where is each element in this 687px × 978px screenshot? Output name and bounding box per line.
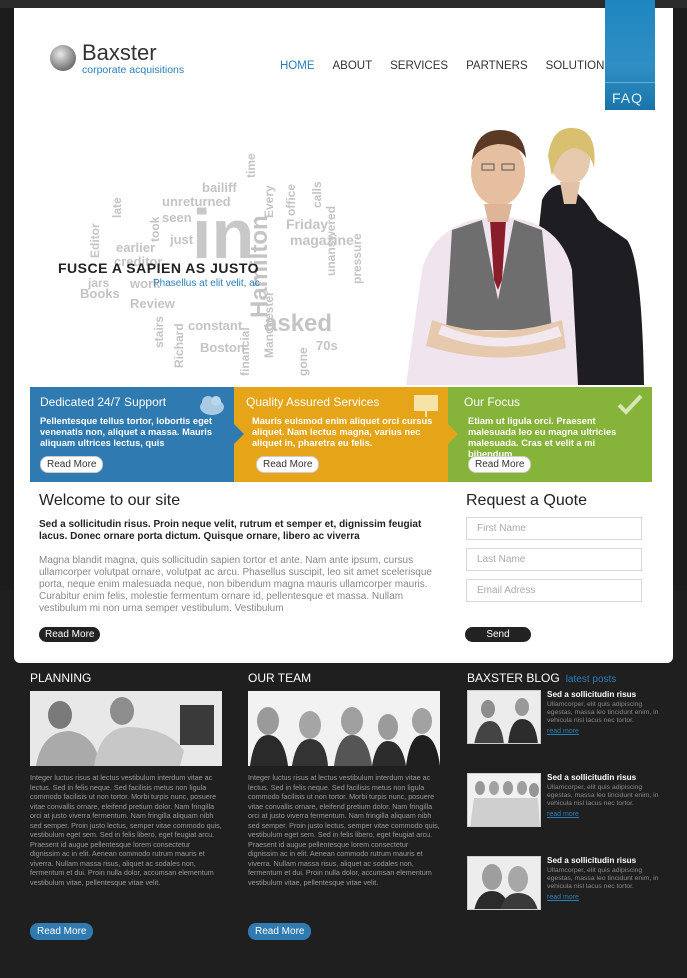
word-cloud-word: 70s [316, 338, 338, 353]
word-cloud-word: earlier [116, 240, 156, 255]
word-cloud-word: pressure [350, 233, 364, 284]
planning-column: PLANNING Integer luctus risus at lectus … [30, 671, 222, 887]
blog-post-excerpt: Ullamcorper, elit quis adipiscing egesta… [547, 701, 659, 724]
feature-text: Etiam ut ligula orci. Praesent malesuada… [468, 416, 617, 459]
nav-solution[interactable]: SOLUTION [546, 60, 605, 72]
blog-post-title[interactable]: Sed a sollicitudin risus [547, 690, 665, 699]
top-bar [0, 0, 687, 8]
word-cloud-word: time [244, 153, 258, 178]
main-panel: Baxster corporate acquisitions HOME ABOU… [14, 0, 673, 663]
blog-subtitle[interactable]: latest posts [566, 674, 617, 685]
word-cloud-word: constant [188, 318, 243, 333]
blog-post-thumbnail[interactable] [467, 773, 541, 827]
blog-read-more-link[interactable]: read more [547, 894, 665, 901]
word-cloud-word: Friday [286, 216, 329, 232]
feature-read-more-button[interactable]: Read More [40, 456, 104, 473]
blog-read-more-link[interactable]: read more [547, 811, 665, 818]
word-cloud-word: took [148, 216, 162, 242]
nav-partners[interactable]: PARTNERS [466, 60, 528, 72]
word-cloud-word: late [110, 197, 124, 218]
feature-title: Our Focus [464, 395, 521, 409]
blog-post-thumbnail[interactable] [467, 856, 541, 910]
welcome-section: Welcome to our site Sed a sollicitudin r… [39, 492, 439, 615]
word-cloud-word: gone [296, 347, 310, 376]
word-cloud-word: seen [162, 210, 192, 225]
word-cloud-word: just [170, 232, 194, 247]
blog-column: BAXSTER BLOG latest posts [467, 671, 616, 691]
blog-post-title[interactable]: Sed a sollicitudin risus [547, 856, 665, 865]
feature-boxes: Dedicated 24/7 Support Pellentesque tell… [30, 387, 652, 482]
team-column: OUR TEAM Integer luctus risus at lectus … [248, 671, 440, 887]
word-cloud-word: unanswered [324, 205, 338, 276]
first-name-input[interactable] [466, 517, 642, 540]
planning-title: PLANNING [30, 671, 92, 685]
word-cloud-word: Books [80, 286, 120, 301]
planning-read-more-button[interactable]: Read More [30, 923, 94, 940]
feature-focus: Our Focus Etiam ut ligula orci. Praesent… [448, 387, 652, 482]
quote-form: Request a Quote [466, 492, 642, 610]
feature-title: Dedicated 24/7 Support [40, 395, 167, 409]
faq-tab[interactable]: FAQ [605, 0, 655, 110]
planning-photo [30, 691, 222, 766]
word-cloud-word: Boston [200, 340, 245, 355]
team-photo [248, 691, 440, 766]
feature-read-more-button[interactable]: Read More [468, 456, 532, 473]
nav-services[interactable]: SERVICES [390, 60, 448, 72]
word-cloud-word: Review [130, 296, 175, 311]
team-text: Integer luctus risus at lectus vestibulu… [248, 773, 440, 887]
word-cloud-word: stairs [152, 315, 166, 348]
feature-read-more-button[interactable]: Read More [256, 456, 320, 473]
feature-text: Pellentesque tellus tortor, lobortis ege… [40, 416, 213, 448]
welcome-title: Welcome to our site [39, 492, 181, 509]
feature-title: Quality Assured Services [246, 395, 380, 409]
word-cloud-word: asked [264, 310, 333, 337]
quote-title: Request a Quote [466, 492, 587, 509]
email-input[interactable] [466, 579, 642, 602]
word-cloud-word: Every [262, 185, 276, 218]
team-read-more-button[interactable]: Read More [248, 923, 312, 940]
word-cloud-word: magazine [290, 232, 354, 248]
hero-title: FUSCE A SAPIEN AS JUSTO [58, 260, 260, 276]
welcome-body: Magna blandit magna, quis sollicitudin s… [39, 555, 432, 614]
main-nav: HOME ABOUT SERVICES PARTNERS SOLUTION [280, 60, 622, 72]
logo[interactable]: Baxster corporate acquisitions [50, 42, 184, 76]
welcome-lead: Sed a sollicitudin risus. Proin neque ve… [39, 519, 422, 542]
word-cloud-word: Richard [172, 323, 186, 368]
blog-post-excerpt: Ullamcorper, elit quis adipiscing egesta… [547, 784, 659, 807]
blog-post-excerpt: Ullamcorper, elit quis adipiscing egesta… [547, 867, 659, 890]
nav-about[interactable]: ABOUT [333, 60, 373, 72]
word-cloud-word: Editor [88, 223, 102, 258]
checkmark-icon [617, 394, 643, 415]
blog-post-title[interactable]: Sed a sollicitudin risus [547, 773, 665, 782]
planning-text: Integer luctus risus at lectus vestibulu… [30, 773, 222, 887]
presentation-board-icon [414, 395, 438, 417]
faq-label: FAQ [612, 90, 644, 106]
business-people-photo [406, 127, 644, 385]
globe-logo-icon [50, 45, 76, 71]
cloud-icon [200, 396, 224, 415]
blog-title: BAXSTER BLOG [467, 671, 560, 685]
hero-subtitle: Phasellus at elit velit, ac [153, 278, 260, 289]
welcome-read-more-button[interactable]: Read More [39, 627, 101, 642]
word-cloud-word: bailiff [202, 180, 237, 195]
word-cloud-word: office [284, 183, 298, 216]
blog-read-more-link[interactable]: read more [547, 728, 665, 735]
team-title: OUR TEAM [248, 671, 312, 685]
nav-home[interactable]: HOME [280, 60, 315, 72]
word-cloud-word: calls [310, 181, 324, 208]
feature-quality: Quality Assured Services Mauris euismod … [234, 387, 458, 482]
send-button[interactable]: Send [465, 627, 531, 642]
brand-name: Baxster [82, 40, 157, 65]
feature-support: Dedicated 24/7 Support Pellentesque tell… [30, 387, 244, 482]
feature-text: Mauris euismod enim aliquet orci cursus … [252, 416, 433, 448]
blog-post-thumbnail[interactable] [467, 690, 541, 744]
last-name-input[interactable] [466, 548, 642, 571]
brand-tagline: corporate acquisitions [82, 64, 185, 76]
